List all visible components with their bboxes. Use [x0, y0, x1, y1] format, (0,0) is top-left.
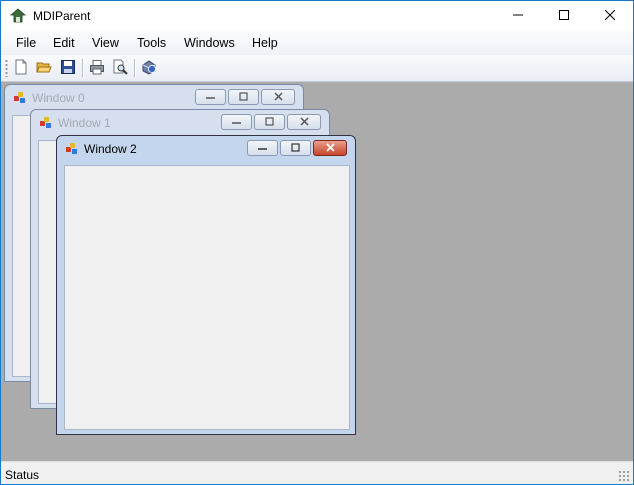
minimize-icon: [258, 141, 267, 155]
open-folder-icon: [36, 59, 52, 78]
toolbar: [1, 55, 633, 82]
child-minimize-button[interactable]: [195, 89, 226, 105]
maximize-icon: [291, 141, 300, 155]
toolbar-separator: [134, 59, 136, 77]
child-maximize-button[interactable]: [254, 114, 285, 130]
new-document-icon: [13, 59, 29, 78]
minimize-icon: [206, 90, 215, 104]
maximize-icon: [239, 90, 248, 104]
mdi-parent-window: MDIParent File Edit View Tools Windows H…: [0, 0, 634, 485]
child-minimize-button[interactable]: [247, 140, 278, 156]
title-bar[interactable]: MDIParent: [1, 1, 633, 31]
child-close-button[interactable]: [261, 89, 295, 105]
toolbar-separator: [82, 59, 84, 77]
new-button[interactable]: [11, 58, 31, 78]
open-button[interactable]: [34, 58, 54, 78]
child-minimize-button[interactable]: [221, 114, 252, 130]
menu-file[interactable]: File: [16, 36, 36, 50]
child-window-client[interactable]: [64, 165, 350, 430]
menu-tools[interactable]: Tools: [137, 36, 166, 50]
child-window-2[interactable]: Window 2: [56, 135, 356, 435]
close-icon: [273, 90, 283, 104]
child-window-icon: [13, 91, 27, 105]
child-close-button[interactable]: [313, 140, 347, 156]
save-button[interactable]: [58, 58, 78, 78]
status-bar: Status: [1, 461, 633, 484]
menu-windows[interactable]: Windows: [184, 36, 235, 50]
window-title: MDIParent: [33, 9, 91, 23]
help-icon: [141, 59, 157, 78]
minimize-button[interactable]: [495, 1, 541, 31]
child-maximize-button[interactable]: [280, 140, 311, 156]
child-window-title: Window 1: [58, 116, 111, 130]
maximize-button[interactable]: [541, 1, 587, 31]
print-button[interactable]: [87, 58, 107, 78]
child-window-icon: [39, 116, 53, 130]
print-preview-button[interactable]: [110, 58, 130, 78]
close-icon: [325, 141, 335, 155]
child-window-title: Window 0: [32, 91, 85, 105]
child-close-button[interactable]: [287, 114, 321, 130]
child-window-title: Window 2: [84, 142, 137, 156]
menu-view[interactable]: View: [92, 36, 119, 50]
print-preview-icon: [112, 59, 128, 78]
maximize-icon: [559, 9, 569, 23]
size-grip[interactable]: [618, 470, 630, 482]
minimize-icon: [232, 115, 241, 129]
close-icon: [299, 115, 309, 129]
maximize-icon: [265, 115, 274, 129]
toolbar-grip[interactable]: [5, 59, 8, 77]
menu-help[interactable]: Help: [252, 36, 278, 50]
close-icon: [604, 9, 616, 23]
menu-edit[interactable]: Edit: [53, 36, 75, 50]
print-icon: [89, 59, 105, 78]
menu-bar: File Edit View Tools Windows Help: [1, 31, 633, 55]
child-maximize-button[interactable]: [228, 89, 259, 105]
save-icon: [60, 59, 76, 78]
minimize-icon: [513, 9, 523, 23]
close-button[interactable]: [587, 1, 633, 31]
status-label: Status: [5, 468, 40, 482]
child-window-icon: [65, 142, 79, 156]
mdi-client-area[interactable]: Window 0 Window 1 Window 2: [1, 82, 633, 461]
app-icon: [9, 8, 27, 24]
help-button[interactable]: [139, 58, 159, 78]
